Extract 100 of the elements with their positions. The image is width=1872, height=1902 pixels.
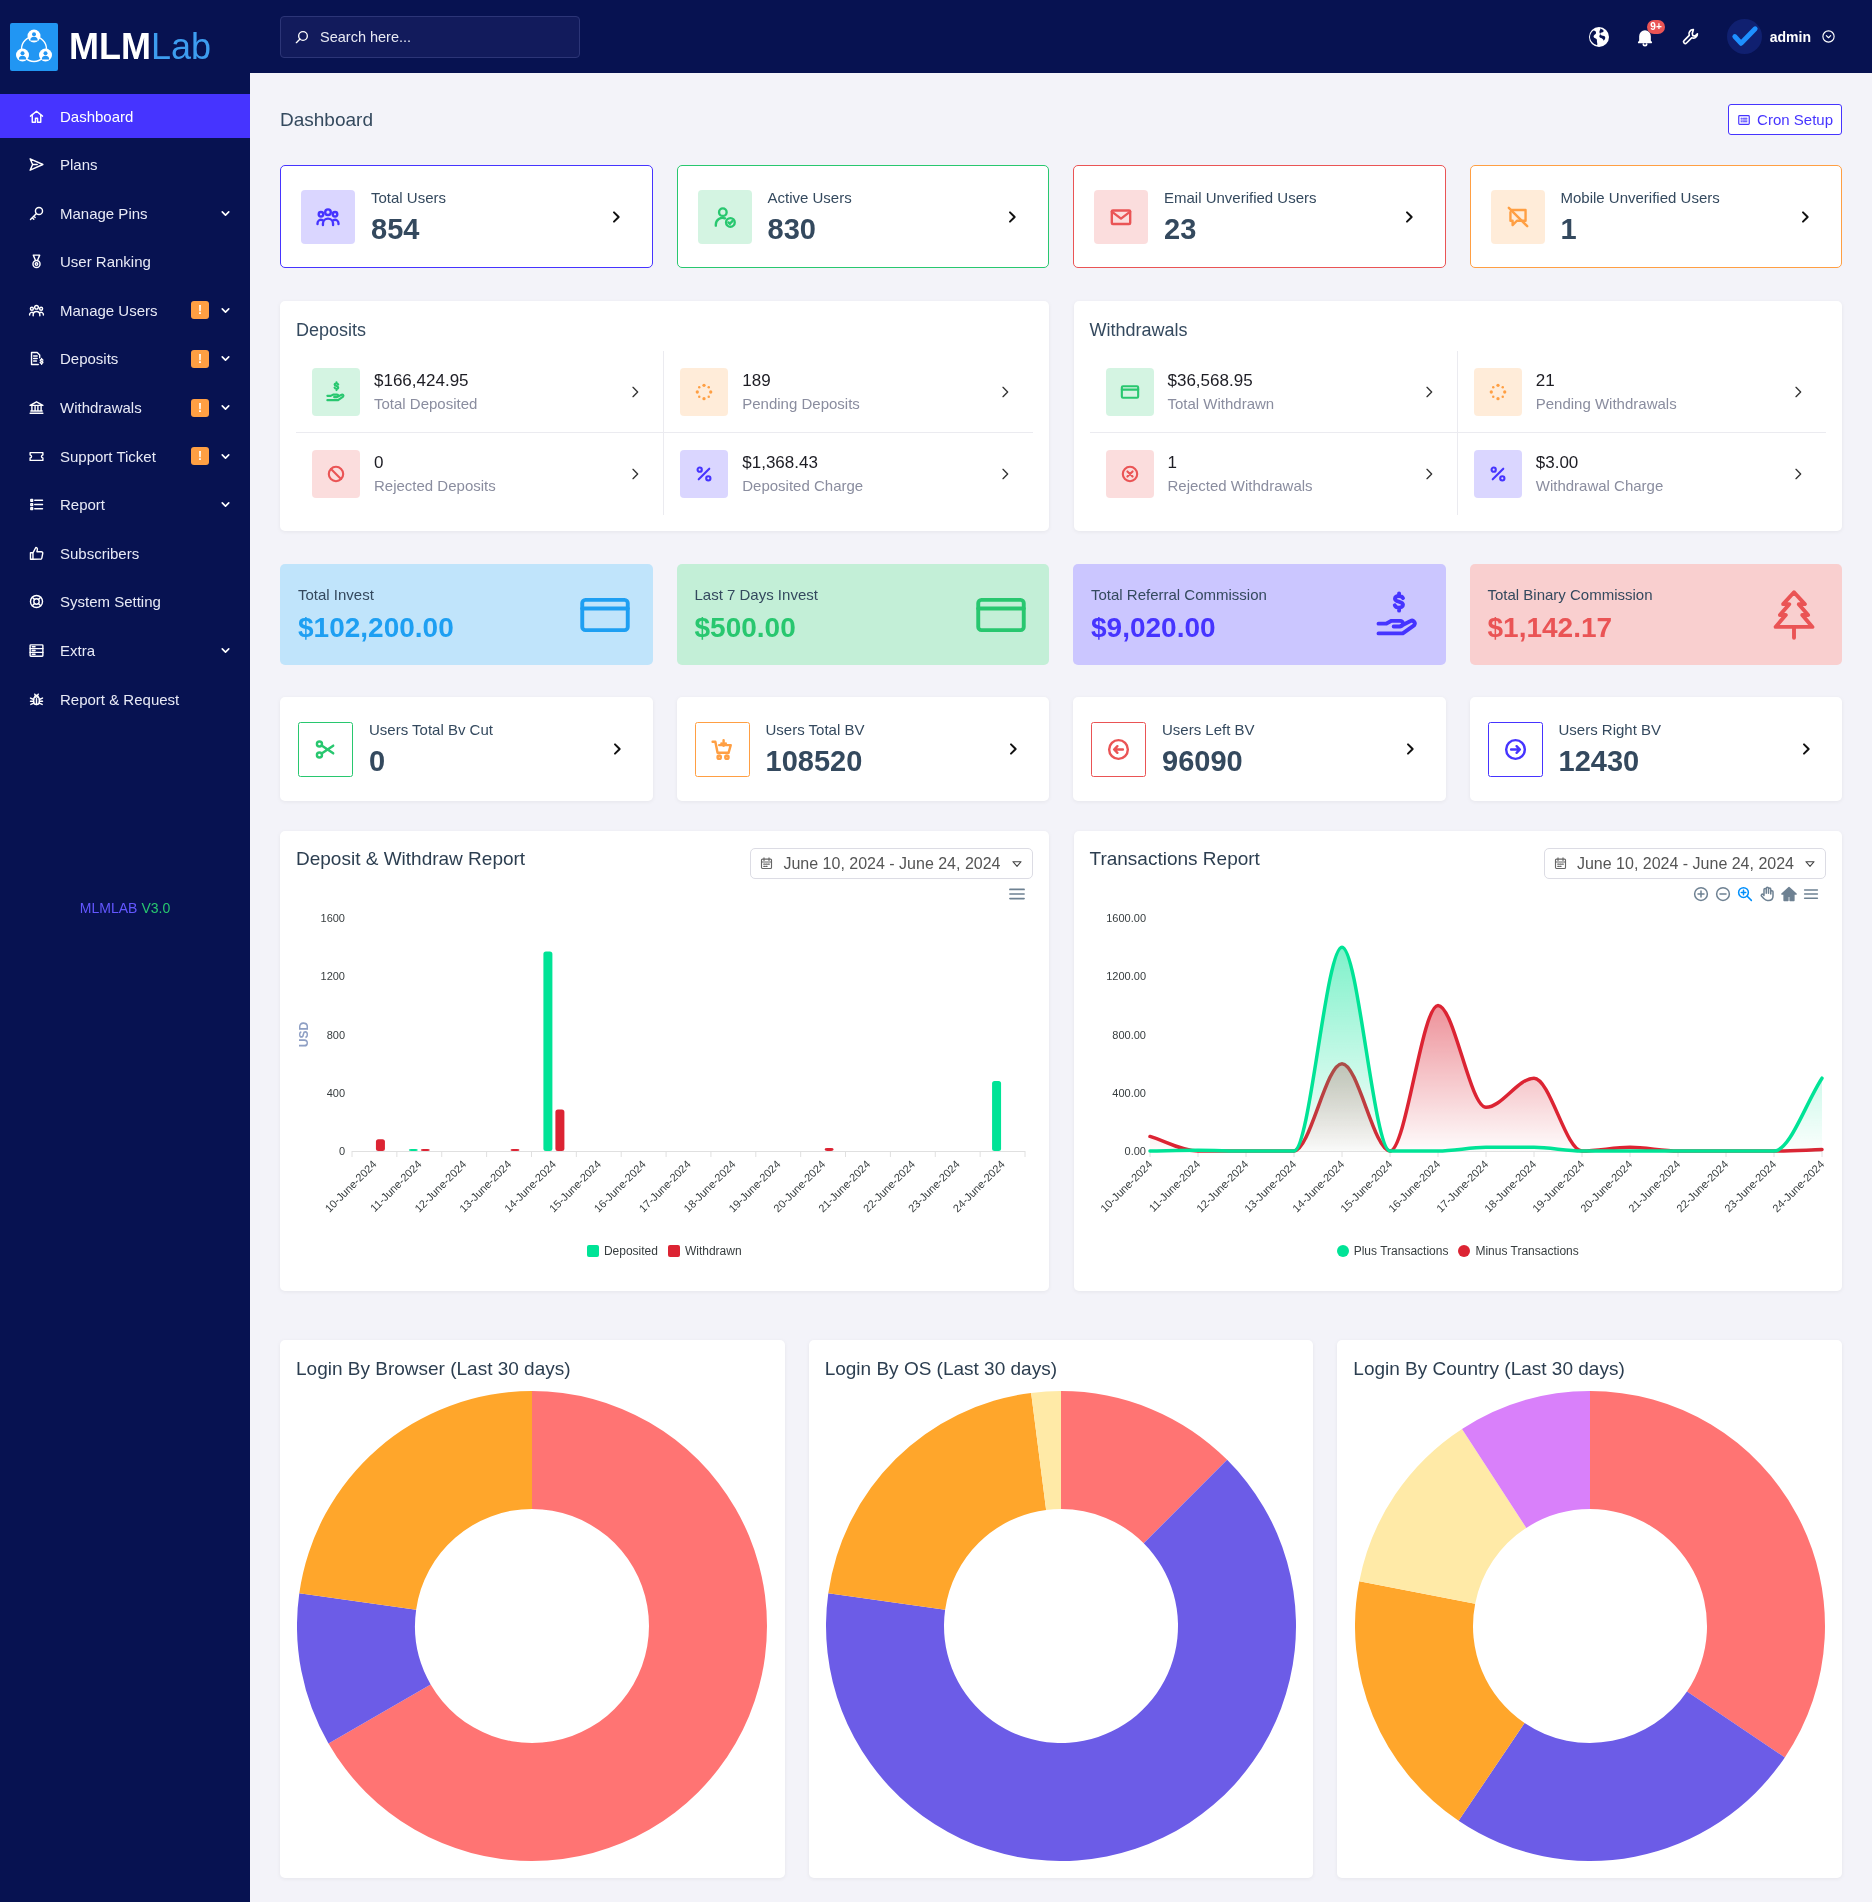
amount-value: $1,368.43: [742, 453, 819, 473]
stat-value: 854: [371, 212, 421, 245]
stat-card[interactable]: Users Right BV 12430: [1469, 697, 1842, 801]
stat-value: 1: [1560, 212, 1578, 245]
panel-title: Deposits: [296, 319, 368, 342]
amount-label: Total Deposited: [374, 394, 479, 413]
amount-label: Withdrawal Charge: [1535, 477, 1665, 495]
chart-title: Transactions Report: [1089, 847, 1260, 871]
chevron-down-icon[interactable]: [1821, 29, 1836, 44]
spinner-icon: [1473, 367, 1522, 416]
stat-card[interactable]: Active Users 830: [676, 165, 1049, 268]
search-field[interactable]: Search here...: [280, 15, 580, 58]
amount-label: Pending Deposits: [742, 394, 861, 413]
stat-card[interactable]: Users Total Bv Cut 0: [280, 697, 653, 801]
home-icon[interactable]: [1780, 885, 1798, 903]
stat-card[interactable]: Total Users 854: [280, 165, 653, 268]
search-icon: [294, 28, 310, 45]
chart-title: Deposit & Withdraw Report: [296, 847, 526, 871]
alert-badge: !: [191, 349, 209, 368]
envelope-icon: [1094, 189, 1148, 244]
avatar-icon[interactable]: [1726, 19, 1762, 54]
amount-value: 0: [374, 453, 385, 473]
hand-icon[interactable]: [1758, 885, 1776, 903]
amount-value: $3.00: [1535, 453, 1580, 473]
sidebar-item[interactable]: Withdrawals !: [0, 385, 250, 430]
stat-value: 108520: [765, 745, 864, 777]
magnifier-icon[interactable]: [1736, 885, 1754, 903]
sidebar-item[interactable]: Deposits !: [0, 336, 250, 381]
plus-circle-icon[interactable]: [1692, 885, 1710, 903]
legend-label[interactable]: Withdrawn: [684, 1243, 742, 1259]
globe-icon[interactable]: [1588, 26, 1609, 47]
chart-title: Login By Country (Last 30 days): [1353, 1357, 1626, 1381]
amount-value: 1: [1167, 453, 1178, 473]
logo-icon[interactable]: [10, 23, 58, 71]
sidebar-item[interactable]: System Setting: [0, 579, 250, 624]
page-title: Dashboard: [280, 108, 373, 131]
amount-value: $36,568.95: [1167, 370, 1254, 391]
y-axis-label: 1600.00: [1105, 912, 1146, 924]
y-axis-label: 1200: [320, 970, 345, 983]
sidebar-item[interactable]: Manage Pins: [0, 191, 250, 236]
sidebar-item[interactable]: Dashboard: [0, 94, 250, 138]
document-dollar-icon: [28, 350, 45, 368]
amount-label: Pending Withdrawals: [1535, 394, 1678, 413]
stat-label: Active Users: [767, 188, 853, 207]
y-axis-label: 1600: [320, 912, 345, 924]
stat-card[interactable]: Email Unverified Users 23: [1073, 165, 1446, 268]
amount-label: Total Withdrawn: [1167, 394, 1276, 413]
chart-bar: [992, 1081, 1002, 1151]
date-range-picker[interactable]: June 10, 2024 - June 24, 2024: [1543, 848, 1826, 879]
cart-icon: [694, 721, 750, 777]
chart-title: Login By Browser (Last 30 days): [296, 1357, 572, 1381]
user-name[interactable]: admin: [1769, 28, 1811, 45]
thumbs-up-icon: [28, 544, 45, 562]
stat-card[interactable]: Users Left BV 96090: [1073, 697, 1446, 801]
alert-badge: !: [191, 447, 209, 466]
amount-label: Rejected Deposits: [374, 477, 497, 495]
alert-badge: !: [191, 301, 209, 320]
invest-label: Total Binary Commission: [1487, 585, 1654, 604]
sidebar-item[interactable]: User Ranking: [0, 239, 250, 284]
sidebar-item[interactable]: Report & Request: [0, 677, 250, 722]
y-axis-title: USD: [297, 1021, 311, 1048]
chart-bar: [375, 1139, 385, 1151]
sidebar-item[interactable]: Manage Users !: [0, 288, 250, 333]
cron-setup-button[interactable]: Cron Setup: [1728, 104, 1842, 135]
date-range-picker[interactable]: June 10, 2024 - June 24, 2024: [750, 848, 1033, 879]
wrench-icon[interactable]: [1680, 26, 1701, 47]
chart-bar: [555, 1109, 565, 1151]
message-slash-icon: [1490, 189, 1545, 244]
invest-value: $102,200.00: [298, 611, 455, 644]
amount-value: 21: [1535, 370, 1556, 391]
chart-bar: [824, 1148, 834, 1151]
amount-label: Rejected Withdrawals: [1167, 477, 1314, 495]
sidebar-item[interactable]: Report: [0, 482, 250, 527]
legend-label[interactable]: Minus Transactions: [1475, 1243, 1579, 1259]
stat-card[interactable]: Mobile Unverified Users 1: [1469, 165, 1842, 268]
scissors-icon: [298, 721, 353, 777]
stat-value: 12430: [1558, 745, 1641, 777]
stat-label: Email Unverified Users: [1164, 188, 1318, 207]
invest-value: $9,020.00: [1091, 611, 1217, 644]
stat-card[interactable]: Users Total BV 108520: [676, 697, 1049, 801]
sidebar-item[interactable]: Support Ticket !: [0, 434, 250, 479]
minus-circle-icon[interactable]: [1714, 885, 1732, 903]
legend-label[interactable]: Plus Transactions: [1353, 1243, 1449, 1259]
stat-label: Total Users: [371, 188, 448, 207]
y-axis-label: 400: [326, 1086, 345, 1099]
y-axis-label: 0.00: [1124, 1145, 1146, 1157]
stat-label: Mobile Unverified Users: [1560, 188, 1721, 207]
logo-text[interactable]: MLMLab: [69, 29, 212, 65]
sidebar-item[interactable]: Plans: [0, 142, 250, 187]
y-axis-label: 0: [338, 1145, 345, 1157]
key-icon: [28, 204, 45, 222]
credit-card-icon: [1105, 367, 1154, 416]
sidebar-item[interactable]: Subscribers: [0, 531, 250, 576]
brand-name: MLMLAB: [79, 900, 138, 917]
legend-label[interactable]: Deposited: [603, 1243, 658, 1259]
sidebar-item[interactable]: Extra: [0, 628, 250, 673]
stat-label: Users Total Bv Cut: [369, 721, 494, 739]
spinner-icon: [680, 367, 729, 416]
ban-icon: [312, 450, 360, 498]
percent-icon: [680, 450, 729, 498]
